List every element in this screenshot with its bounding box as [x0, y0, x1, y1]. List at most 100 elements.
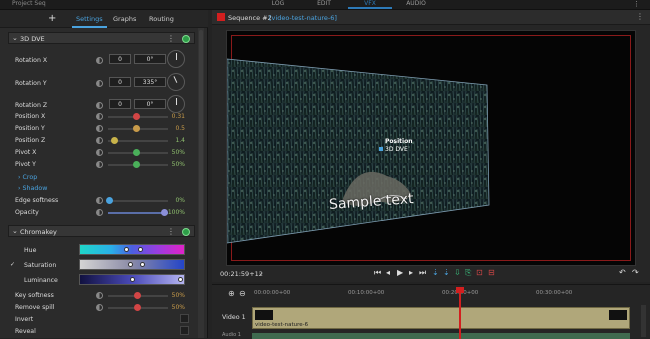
- mark-out-icon[interactable]: ⇣: [443, 268, 450, 277]
- mark-in-icon[interactable]: ⇣: [432, 268, 439, 277]
- hue-range-control[interactable]: [79, 244, 185, 255]
- rotation-y-dial[interactable]: [164, 70, 188, 94]
- playhead[interactable]: [459, 287, 461, 339]
- param-slider[interactable]: [108, 149, 168, 156]
- section-title: 3D DVE: [20, 35, 45, 43]
- play-icon[interactable]: ▶: [397, 268, 403, 277]
- app-menu-icon[interactable]: ⋮: [633, 0, 640, 8]
- go-to-end-icon[interactable]: ⏭: [419, 268, 426, 278]
- range-handle[interactable]: [138, 247, 143, 252]
- section-3d-dve[interactable]: ⌄ 3D DVE ⋮: [8, 32, 195, 44]
- zoom-in-icon[interactable]: ⊕: [228, 289, 235, 298]
- param-slider[interactable]: [108, 137, 168, 144]
- effect-enabled-toggle[interactable]: [182, 228, 190, 236]
- slider-knob[interactable]: [133, 149, 140, 156]
- luminance-range-control[interactable]: [79, 274, 185, 285]
- keyframe-icon[interactable]: [96, 57, 103, 64]
- timeline-clip[interactable]: video-test-nature-6: [252, 307, 630, 329]
- rotation-z-degrees-field[interactable]: 0°: [134, 99, 166, 109]
- go-to-start-icon[interactable]: ⏮: [374, 268, 381, 278]
- keyframe-icon[interactable]: [96, 113, 103, 120]
- slider-knob[interactable]: [133, 161, 140, 168]
- redo-icon[interactable]: ↷: [632, 268, 639, 277]
- slider-knob[interactable]: [111, 137, 118, 144]
- remove-spill-slider[interactable]: [108, 304, 168, 311]
- range-handle[interactable]: [130, 277, 135, 282]
- rotation-x-degrees-field[interactable]: 0°: [134, 54, 166, 64]
- slider-knob[interactable]: [134, 304, 141, 311]
- position-handle-icon: [379, 147, 383, 151]
- panel-scrollbar[interactable]: [198, 28, 204, 338]
- param-slider[interactable]: [108, 113, 168, 120]
- add-effect-icon[interactable]: +: [48, 13, 56, 24]
- shadow-group-toggle[interactable]: › Shadow: [18, 185, 47, 192]
- slider-knob[interactable]: [133, 113, 140, 120]
- chevron-down-icon[interactable]: ⌄: [12, 227, 18, 235]
- tab-audio[interactable]: AUDIO: [394, 0, 438, 9]
- effect-enabled-toggle[interactable]: [182, 35, 190, 43]
- range-handle[interactable]: [124, 247, 129, 252]
- step-forward-icon[interactable]: ▸: [409, 268, 413, 277]
- range-handle[interactable]: [140, 262, 145, 267]
- param-slider[interactable]: [108, 125, 168, 132]
- range-handle[interactable]: [128, 262, 133, 267]
- keyframe-icon[interactable]: [96, 161, 103, 168]
- chevron-down-icon[interactable]: ⌄: [12, 34, 18, 42]
- add-marker-icon[interactable]: ⇩: [454, 268, 461, 277]
- scrollbar-thumb[interactable]: [199, 30, 203, 260]
- param-slider[interactable]: [108, 161, 168, 168]
- undo-icon[interactable]: ↶: [619, 268, 626, 277]
- tab-vfx[interactable]: VFX: [348, 0, 392, 9]
- keyframe-icon[interactable]: [96, 149, 103, 156]
- keyframe-icon[interactable]: [96, 80, 103, 87]
- rotation-z-dial[interactable]: [167, 95, 185, 113]
- slider-knob[interactable]: [133, 125, 140, 132]
- tab-routing[interactable]: Routing: [149, 15, 174, 23]
- crop-group-toggle[interactable]: › Crop: [18, 174, 37, 181]
- slider-knob[interactable]: [106, 197, 113, 204]
- tab-log[interactable]: LOG: [256, 0, 300, 9]
- step-back-icon[interactable]: ◂: [386, 268, 390, 277]
- keyframe-icon[interactable]: [96, 102, 103, 109]
- saturation-range-control[interactable]: [79, 259, 185, 270]
- ruler-tick: 00:00:00+00: [254, 290, 291, 296]
- rotation-y-turns-field[interactable]: 0: [109, 77, 131, 87]
- invert-checkbox[interactable]: [180, 314, 189, 323]
- slider-knob[interactable]: [134, 292, 141, 299]
- overwrite-icon[interactable]: ⊟: [488, 268, 495, 277]
- overlay-effect-label: 3D DVE: [385, 146, 408, 153]
- timeline-ruler[interactable]: 00:00:00+00 00:10:00+00 00:20:00+00 00:3…: [252, 289, 650, 301]
- monitor-menu-icon[interactable]: ⋮: [636, 12, 644, 21]
- zoom-out-icon[interactable]: ⊖: [239, 289, 246, 298]
- section-chromakey[interactable]: ⌄ Chromakey ⋮: [8, 225, 195, 237]
- overlay-position-label: Position: [385, 138, 413, 145]
- keyframe-icon[interactable]: [96, 292, 103, 299]
- keyframe-icon[interactable]: [96, 197, 103, 204]
- range-handle[interactable]: [178, 277, 183, 282]
- keyframe-icon[interactable]: [96, 125, 103, 132]
- tab-settings[interactable]: Settings: [72, 15, 107, 28]
- audio-clip[interactable]: [252, 333, 630, 339]
- param-label: Hue: [24, 247, 37, 254]
- tab-graphs[interactable]: Graphs: [113, 15, 136, 23]
- reveal-checkbox[interactable]: [180, 326, 189, 335]
- rotation-x-turns-field[interactable]: 0: [109, 54, 131, 64]
- timecode-format-dropdown-icon[interactable]: ⌄: [258, 269, 264, 277]
- timeline-scrollbar[interactable]: [641, 305, 646, 337]
- rotation-z-turns-field[interactable]: 0: [109, 99, 131, 109]
- tab-edit[interactable]: EDIT: [302, 0, 346, 9]
- opacity-slider[interactable]: [108, 209, 168, 216]
- key-softness-slider[interactable]: [108, 292, 168, 299]
- keyframe-icon[interactable]: [96, 137, 103, 144]
- edge-softness-slider[interactable]: [106, 197, 168, 204]
- rotation-x-dial[interactable]: [167, 50, 185, 68]
- section-menu-icon[interactable]: ⋮: [167, 34, 175, 43]
- rotation-y-degrees-field[interactable]: 335°: [134, 77, 166, 87]
- keyframe-icon[interactable]: [96, 304, 103, 311]
- section-menu-icon[interactable]: ⋮: [167, 227, 175, 236]
- keyframe-icon[interactable]: [96, 209, 103, 216]
- extract-icon[interactable]: ⊡: [476, 268, 483, 277]
- timecode-display[interactable]: 00:21:59+12: [220, 270, 263, 278]
- lift-icon[interactable]: ⎘: [465, 268, 471, 278]
- video-viewer[interactable]: Position 3D DVE Sample text: [226, 30, 636, 266]
